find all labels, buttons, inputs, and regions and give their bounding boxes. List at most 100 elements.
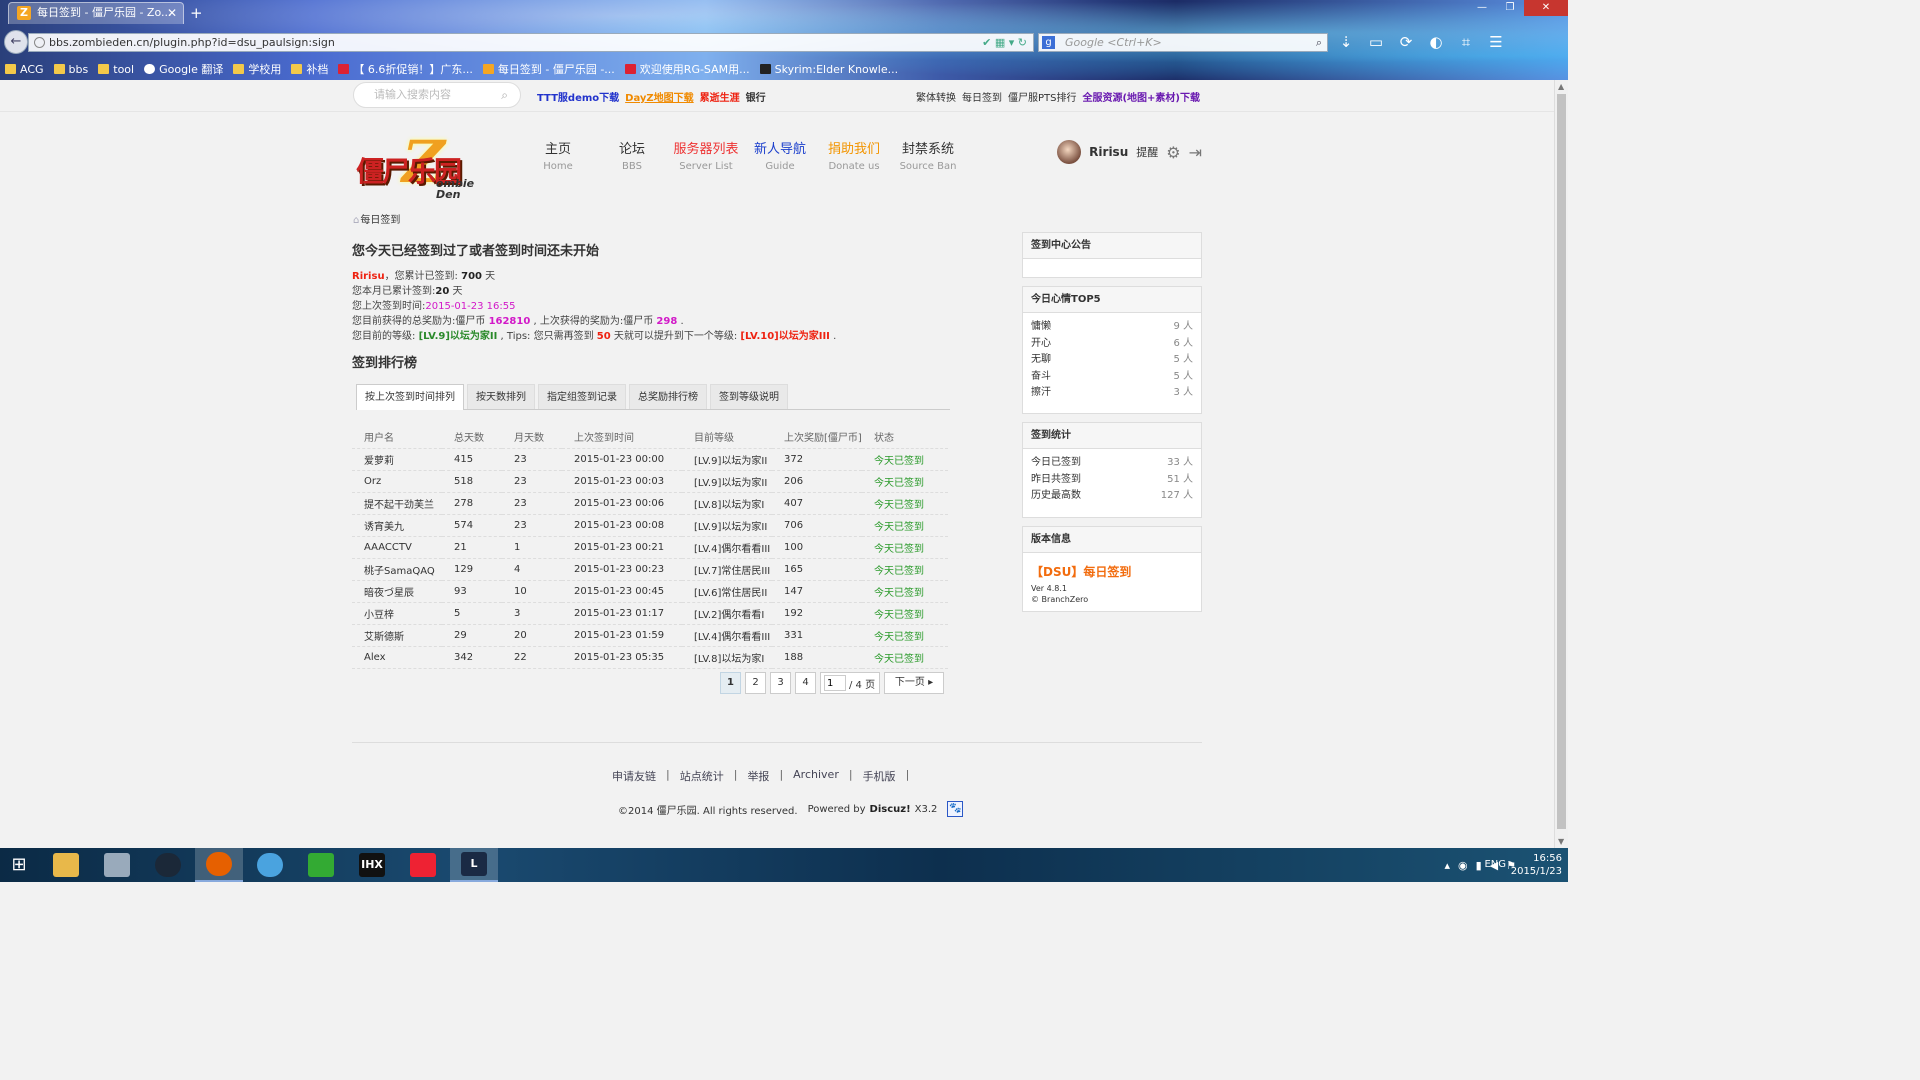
footer-link[interactable]: 站点统计 <box>680 768 724 784</box>
browser-search-input[interactable]: g Google <Ctrl+K> ⌕ <box>1038 33 1328 52</box>
version-name[interactable]: 【DSU】每日签到 <box>1023 563 1201 580</box>
taskbar-app[interactable]: IHX <box>348 848 396 882</box>
bookmark-item[interactable]: 【 6.6折促销！】广东... <box>333 61 477 77</box>
taskbar-app[interactable] <box>195 848 243 882</box>
bookmark-item[interactable]: tool <box>93 63 139 76</box>
ranking-tab[interactable]: 按上次签到时间排列 <box>356 384 464 410</box>
top-link[interactable]: 僵尸服PTS排行 <box>1008 89 1077 104</box>
taskbar-app[interactable] <box>246 848 294 882</box>
scroll-down-icon[interactable]: ▼ <box>1558 837 1564 846</box>
username-cell[interactable]: Orz <box>352 470 442 493</box>
maximize-icon[interactable]: ❐ <box>1496 0 1524 16</box>
tray-expand-icon[interactable]: ▴ <box>1444 859 1450 872</box>
bookmark-item[interactable]: 每日签到 - 僵尸乐园 -... <box>478 61 620 77</box>
resource-download-link[interactable]: 全服资源(地图+素材)下载 <box>1082 89 1200 104</box>
home-icon[interactable]: ⌂ <box>353 215 359 226</box>
google-icon[interactable]: g <box>1042 36 1055 49</box>
sync-icon[interactable]: ⟳ <box>1396 32 1416 52</box>
top-link[interactable]: 繁体转换 <box>916 89 956 104</box>
logout-icon[interactable]: ⇥ <box>1189 143 1202 162</box>
minimize-icon[interactable]: — <box>1468 0 1496 16</box>
new-tab-icon[interactable]: + <box>190 4 203 22</box>
scrollbar-thumb[interactable] <box>1557 94 1566 829</box>
username-cell[interactable]: AAACCTV <box>352 536 442 559</box>
taskbar-app[interactable] <box>297 848 345 882</box>
back-button[interactable]: ← <box>4 30 28 54</box>
bookmark-item[interactable]: Skyrim:Elder Knowle... <box>755 63 903 76</box>
ranking-tab[interactable]: 指定组签到记录 <box>538 384 626 409</box>
page-scrollbar[interactable]: ▲ ▼ <box>1554 80 1568 848</box>
discuz-link[interactable]: Discuz! <box>870 804 911 815</box>
page-link[interactable]: 2 <box>745 672 766 694</box>
nav-item[interactable]: 论坛 BBS <box>592 138 672 172</box>
address-bar[interactable]: bbs.zombieden.cn/plugin.php?id=dsu_pauls… <box>28 33 1034 52</box>
baidu-paw-icon[interactable]: 🐾 <box>947 801 964 817</box>
page-link[interactable]: 3 <box>770 672 791 694</box>
input-language[interactable]: ENG <box>1484 859 1506 870</box>
bookmark-item[interactable]: ACG <box>0 63 49 76</box>
crop-icon[interactable]: ⌗ <box>1456 32 1476 52</box>
username-link[interactable]: Ririsu <box>1089 145 1128 159</box>
bookmark-item[interactable]: bbs <box>49 63 94 76</box>
menu-icon[interactable]: ☰ <box>1486 32 1506 52</box>
steam-tray-icon[interactable]: ◉ <box>1458 859 1468 872</box>
addon-icon[interactable]: ◐ <box>1426 32 1446 52</box>
next-page-button[interactable]: 下一页 ▸ <box>884 672 944 694</box>
taskbar-app[interactable] <box>93 848 141 882</box>
username-cell[interactable]: 小豆梓 <box>352 602 442 625</box>
taskbar-app[interactable]: L <box>450 848 498 882</box>
nav-item[interactable]: 新人导航 Guide <box>740 138 820 172</box>
bookmark-item[interactable]: 学校用 <box>228 61 286 77</box>
quick-link[interactable]: 银行 <box>746 89 766 104</box>
quick-link[interactable]: TTT服demo下载 <box>537 89 619 104</box>
username-cell[interactable]: 爱萝莉 <box>352 448 442 471</box>
reload-icon[interactable]: ✔ ▦ ▾ ↻ <box>982 34 1027 51</box>
breadcrumb-current[interactable]: 每日签到 <box>360 215 400 226</box>
ranking-tab[interactable]: 按天数排列 <box>467 384 535 409</box>
top-link[interactable]: 每日签到 <box>962 89 1002 104</box>
page-link[interactable]: 4 <box>795 672 816 694</box>
page-link[interactable]: 1 <box>720 672 741 694</box>
username-cell[interactable]: 诱宵美九 <box>352 514 442 537</box>
avatar[interactable] <box>1057 140 1082 164</box>
quick-link[interactable]: 累逝生涯 <box>700 89 740 104</box>
footer-link[interactable]: 举报 <box>747 768 769 784</box>
ranking-tab[interactable]: 总奖励排行榜 <box>629 384 707 409</box>
search-icon[interactable]: ⌕ <box>501 83 508 107</box>
ranking-tab[interactable]: 签到等级说明 <box>710 384 788 409</box>
clock[interactable]: 16:56 2015/1/23 <box>1511 852 1562 878</box>
taskbar-app[interactable] <box>399 848 447 882</box>
nav-item[interactable]: 主页 Home <box>518 138 598 172</box>
nav-item[interactable]: 封禁系统 Source Ban <box>888 138 968 172</box>
network-icon[interactable]: ▮ <box>1476 859 1482 872</box>
username-cell[interactable]: 暗夜づ星辰 <box>352 580 442 603</box>
search-icon[interactable]: ⌕ <box>1316 34 1322 51</box>
tab-close-icon[interactable]: ✕ <box>167 3 177 23</box>
sidebar-icon[interactable]: ▭ <box>1366 32 1386 52</box>
taskbar-app[interactable] <box>144 848 192 882</box>
nav-item[interactable]: 服务器列表 Server List <box>666 138 746 172</box>
bookmark-item[interactable]: Google 翻译 <box>139 61 228 77</box>
gear-icon[interactable]: ⚙ <box>1166 143 1180 162</box>
close-window-icon[interactable]: ✕ <box>1524 0 1568 16</box>
scroll-up-icon[interactable]: ▲ <box>1558 82 1564 91</box>
remind-link[interactable]: 提醒 <box>1136 144 1158 160</box>
site-search-input[interactable]: 请输入搜索内容 ⌕ <box>353 82 521 108</box>
info-username[interactable]: Ririsu <box>352 271 385 282</box>
username-cell[interactable]: 提不起干劲芙兰 <box>352 492 442 515</box>
windows-start-icon[interactable]: ⊞ <box>6 854 32 876</box>
page-jump-input[interactable] <box>824 675 846 691</box>
nav-item[interactable]: 捐助我们 Donate us <box>814 138 894 172</box>
footer-link[interactable]: 申请友链 <box>612 768 656 784</box>
username-cell[interactable]: Alex <box>352 646 442 669</box>
taskbar-app[interactable] <box>42 848 90 882</box>
site-logo[interactable]: Z 僵尸乐园 ombie Den <box>352 128 484 206</box>
username-cell[interactable]: 桃子SamaQAQ <box>352 558 442 581</box>
quick-link[interactable]: DayZ地图下载 <box>625 89 694 104</box>
download-icon[interactable]: ⇣ <box>1336 32 1356 52</box>
username-cell[interactable]: 艾斯德斯 <box>352 624 442 647</box>
bookmark-item[interactable]: 补档 <box>286 61 333 77</box>
footer-link[interactable]: Archiver <box>793 768 839 784</box>
footer-link[interactable]: 手机版 <box>863 768 896 784</box>
bookmark-item[interactable]: 欢迎使用RG-SAM用... <box>620 61 755 77</box>
